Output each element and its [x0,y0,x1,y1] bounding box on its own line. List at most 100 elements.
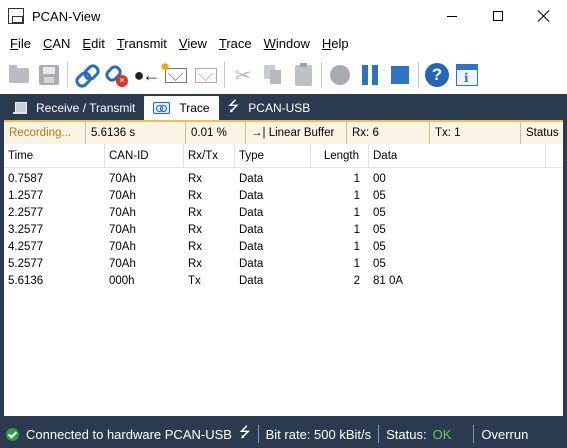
record-button[interactable] [325,60,355,90]
menu-file[interactable]: File [4,32,37,56]
menu-help[interactable]: Help [316,32,355,56]
cell-type: Data [239,240,264,253]
menu-view[interactable]: View [173,32,213,56]
new-message-button[interactable] [160,60,191,90]
trace-grid[interactable]: Time CAN-ID Rx/Tx Type Length Data 0.758… [4,143,563,416]
reset-button[interactable]: ●← [131,60,161,90]
edit-message-button[interactable] [191,60,221,90]
trace-status: Status [526,127,559,139]
menu-can[interactable]: CAN [37,32,76,56]
table-row[interactable]: 4.2577 70Ah Rx Data 1 05 [4,238,563,255]
buffer-fill: 0.01 % [186,122,246,144]
cut-icon: ✂ [234,64,252,87]
menu-transmit[interactable]: Transmit [111,32,173,56]
help-icon: ? [425,63,449,87]
table-row[interactable]: 2.2577 70Ah Rx Data 1 05 [4,204,563,221]
help-button[interactable]: ? [422,60,452,90]
connect-button[interactable] [71,60,101,90]
disconnect-icon [105,64,128,87]
cell-data: 05 [373,189,386,202]
toolbar-separator [224,62,225,88]
maximize-icon [493,11,503,21]
copy-button[interactable] [258,60,288,90]
menu-window-label: indow [275,36,310,51]
vertical-scrollbar[interactable] [549,168,563,416]
menu-help-label: elp [331,36,349,51]
column-header-length[interactable]: Length [311,143,369,168]
menu-edit-label: dit [91,36,105,51]
cell-rx-tx: Rx [188,240,203,253]
cell-data: 81 0A [373,274,404,287]
column-header-can-id[interactable]: CAN-ID [105,143,184,168]
column-header-type[interactable]: Type [235,143,311,168]
menu-view-label: iew [187,36,207,51]
minimize-button[interactable] [429,0,475,32]
monitor-icon [13,102,27,114]
cell-type: Data [239,257,264,270]
tab-receive-transmit-label: Receive / Transmit [36,101,136,115]
column-header-data[interactable]: Data [369,143,546,168]
new-message-icon [160,60,187,83]
open-button[interactable] [4,60,34,90]
toolbar-separator [418,62,419,88]
cell-time: 5.2577 [8,257,44,270]
menu-bar: File CAN Edit Transmit View Trace Window… [0,32,567,56]
cell-length: 1 [353,257,360,270]
bit-rate: Bit rate: 500 kBit/s [265,426,372,442]
minimize-icon [447,15,457,17]
about-button[interactable] [452,60,482,90]
tab-trace[interactable]: Trace [144,96,219,120]
table-row[interactable]: 3.2577 70Ah Rx Data 1 05 [4,221,563,238]
stop-icon [391,66,409,84]
table-row[interactable]: 1.2577 70Ah Rx Data 1 05 [4,187,563,204]
column-header-time[interactable]: Time [4,143,105,168]
cell-length: 2 [353,274,360,287]
menu-help-mnemonic: H [321,36,332,51]
menu-trace[interactable]: Trace [213,32,258,56]
cell-can-id: 70Ah [109,172,136,185]
close-button[interactable] [521,0,567,32]
tab-receive-transmit[interactable]: Receive / Transmit [4,96,144,120]
table-row[interactable]: 0.7587 70Ah Rx Data 1 00 [4,170,563,187]
trace-panel: Recording... 5.6136 s 0.01 % →| Linear B… [0,120,567,420]
table-row[interactable]: 5.6136 000h Tx Data 2 81 0A [4,272,563,289]
cell-data: 05 [373,206,386,219]
toolbar-separator [321,62,322,88]
pause-button[interactable] [355,60,385,90]
disconnect-button[interactable] [101,60,131,90]
cut-button[interactable]: ✂ [228,60,258,90]
stop-button[interactable] [385,60,415,90]
tx-count: Tx: 1 [430,122,521,144]
cell-data: 00 [373,172,386,185]
tab-pcan-usb[interactable]: ⭍ PCAN-USB [219,96,320,120]
cell-rx-tx: Rx [188,206,203,219]
cell-length: 1 [353,223,360,236]
plug-icon: ●← [133,64,161,85]
cell-type: Data [239,206,264,219]
cell-time: 5.6136 [8,274,44,287]
menu-edit[interactable]: Edit [76,32,110,56]
cell-type: Data [239,172,264,185]
bus-status-value: OK [432,426,452,442]
buffer-mode-label: Linear Buffer [268,127,335,139]
about-icon [456,64,478,86]
cell-type: Data [239,223,264,236]
table-row[interactable]: 5.2577 70Ah Rx Data 1 05 [4,255,563,272]
cell-rx-tx: Tx [188,274,201,287]
maximize-button[interactable] [475,0,521,32]
edit-message-icon [195,67,217,83]
paste-button[interactable] [288,60,318,90]
close-icon [538,10,550,22]
connection-status: Connected to hardware PCAN-USB [26,426,232,442]
trace-status-line: Recording... 5.6136 s 0.01 % →| Linear B… [4,120,563,144]
menu-file-label: ile [17,36,31,51]
usb-icon: ⭍ [238,424,251,440]
menu-window[interactable]: Window [258,32,316,56]
trace-tape-icon [153,102,171,114]
status-bar: Connected to hardware PCAN-USB ⭍ Bit rat… [0,420,567,448]
cell-can-id: 70Ah [109,223,136,236]
save-button[interactable] [34,60,64,90]
column-header-rx-tx[interactable]: Rx/Tx [184,143,235,168]
linear-buffer-icon: →| [251,127,266,139]
pcan-app-icon [8,8,24,24]
